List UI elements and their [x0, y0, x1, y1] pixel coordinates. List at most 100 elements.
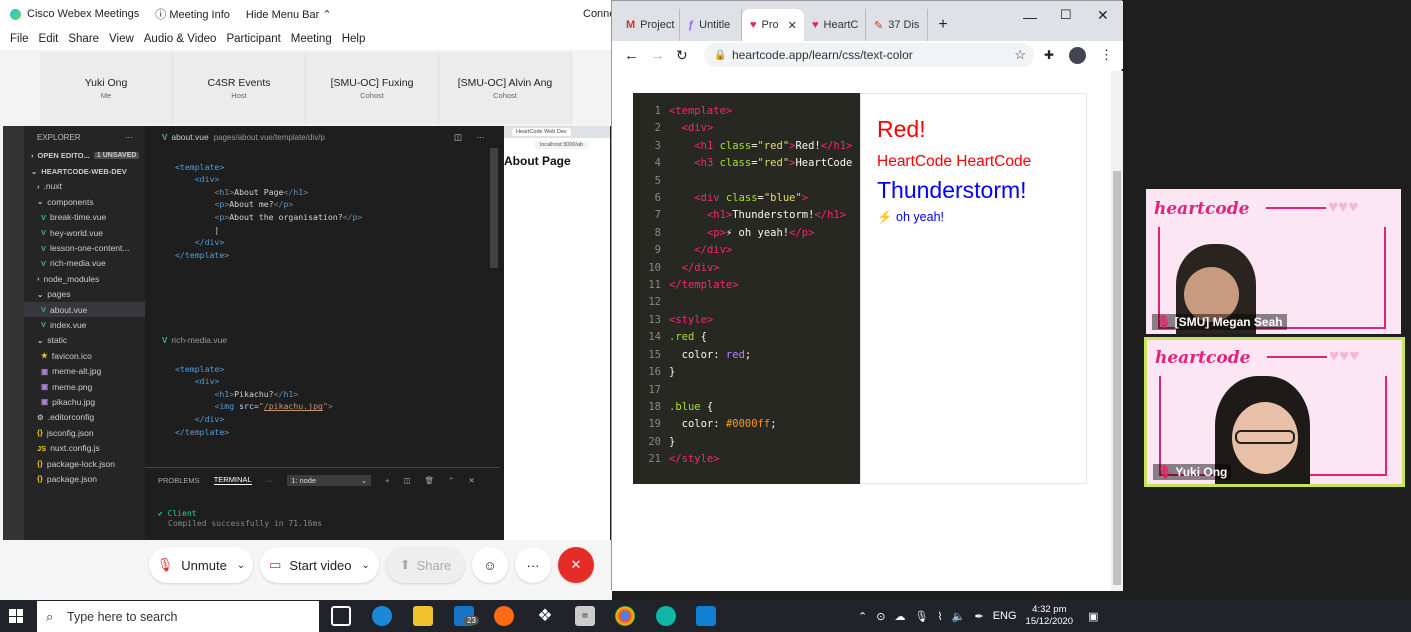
editor2-code[interactable]: <template> <div> <h1>Pikachu?</h1> <img …: [145, 350, 500, 438]
windows-start-icon[interactable]: [9, 609, 23, 623]
close-panel-icon[interactable]: ✕: [468, 476, 474, 485]
new-tab-icon[interactable]: +: [928, 9, 958, 41]
editor1-code[interactable]: <template> <div> <h1>About Page</h1> <p>…: [145, 148, 500, 261]
task-view-icon[interactable]: [331, 606, 351, 626]
snip-tool-icon[interactable]: ▤: [575, 606, 595, 626]
chevron-up-icon[interactable]: ⌃: [858, 610, 867, 623]
problems-tab[interactable]: PROBLEMS: [158, 476, 200, 485]
file-tree-item[interactable]: {} package.json: [24, 471, 145, 486]
file-tree-item[interactable]: Vhey-world.vue: [24, 225, 145, 240]
split-editor-icon[interactable]: ◫: [454, 132, 462, 143]
unmute-button[interactable]: 🎙 Unmute ⌄: [149, 547, 253, 583]
webex-taskbar-icon[interactable]: [656, 606, 676, 626]
file-tree-item[interactable]: ⚙ .editorconfig: [24, 410, 145, 425]
camera-icon[interactable]: ⊙: [876, 610, 885, 623]
tab-gmail[interactable]: M Project: [618, 9, 680, 41]
chrome-taskbar-icon[interactable]: [615, 606, 635, 626]
editor1-filename[interactable]: about.vue: [171, 132, 208, 142]
window-close-icon[interactable]: ✕: [1097, 7, 1109, 24]
tab-discord[interactable]: ✎ 37 Dis: [866, 9, 928, 41]
file-tree-item[interactable]: ⌄ pages: [24, 287, 145, 302]
chevron-down-icon[interactable]: ⌄: [237, 560, 245, 571]
file-explorer-icon[interactable]: [413, 606, 433, 626]
bookmark-star-icon[interactable]: ☆: [1014, 47, 1026, 63]
file-tree-item[interactable]: ▣ pikachu.jpg: [24, 394, 145, 409]
video-tile-megan[interactable]: heartcode ♥♥♥ 🎙 [SMU] Megan Seah: [1146, 189, 1401, 334]
menu-item-meeting[interactable]: Meeting: [291, 33, 332, 45]
split-terminal-icon[interactable]: ◫: [404, 476, 411, 485]
editor1-breadcrumb[interactable]: pages/about.vue/template/div/p: [214, 133, 325, 142]
editor-rich-media-vue[interactable]: Vrich-media.vue <template> <div> <h1>Pik…: [145, 330, 500, 465]
participant-tile[interactable]: C4SR Events Host: [173, 52, 306, 124]
menu-item-file[interactable]: File: [10, 33, 29, 45]
maximize-panel-icon[interactable]: ⌃: [448, 476, 454, 485]
reactions-button[interactable]: ☺: [472, 547, 508, 583]
microphone-icon[interactable]: 🎙: [914, 610, 928, 623]
menu-item-view[interactable]: View: [109, 33, 134, 45]
file-tree-item[interactable]: ▣ meme-alt.jpg: [24, 363, 145, 378]
menu-item-audio-video[interactable]: Audio & Video: [144, 33, 217, 45]
language-indicator[interactable]: ENG: [993, 610, 1017, 622]
close-tab-icon[interactable]: ✕: [788, 19, 797, 32]
extensions-icon[interactable]: ✚: [1044, 48, 1054, 62]
file-tree-item[interactable]: ⌄ static: [24, 333, 145, 348]
project-folder[interactable]: ⌄ HEARTCODE-WEB-DEV: [24, 163, 145, 178]
file-tree-item[interactable]: Vrich-media.vue: [24, 256, 145, 271]
mail-icon[interactable]: 23: [454, 606, 479, 626]
trash-icon[interactable]: 🗑: [425, 476, 435, 485]
leave-meeting-button[interactable]: ✕: [558, 547, 594, 583]
new-terminal-icon[interactable]: +: [385, 476, 389, 485]
file-tree-item[interactable]: › node_modules: [24, 271, 145, 286]
menu-item-participant[interactable]: Participant: [226, 33, 280, 45]
minimize-icon[interactable]: —: [1023, 9, 1037, 25]
file-tree-item[interactable]: › .nuxt: [24, 179, 145, 194]
address-bar[interactable]: 🔒 heartcode.app/learn/css/text-color ☆: [704, 43, 1034, 67]
clock[interactable]: 4:32 pm 15/12/2020: [1026, 604, 1074, 628]
share-button[interactable]: ⬆ Share: [386, 547, 465, 583]
file-tree-item[interactable]: Vabout.vue: [24, 301, 145, 318]
back-icon[interactable]: ←: [624, 47, 639, 64]
panel-more-icon[interactable]: ···: [266, 476, 274, 485]
edge-icon[interactable]: [372, 606, 392, 626]
file-tree-item[interactable]: {} jsconfig.json: [24, 425, 145, 440]
network-icon[interactable]: ⌇: [937, 610, 942, 623]
terminal-tab[interactable]: TERMINAL: [213, 475, 252, 485]
more-icon[interactable]: ···: [125, 133, 133, 142]
file-tree-item[interactable]: {} package-lock.json: [24, 456, 145, 471]
dropbox-icon[interactable]: ❖: [535, 606, 555, 626]
meeting-info-button[interactable]: ⓘ Meeting Info: [155, 6, 230, 22]
terminal-panel[interactable]: PROBLEMS TERMINAL ··· 1: node ⌄ + ◫ 🗑 ⌃ ✕…: [145, 467, 500, 540]
maximize-icon[interactable]: ☐: [1060, 7, 1072, 23]
notifications-icon[interactable]: ▣: [1088, 610, 1098, 623]
menu-item-help[interactable]: Help: [342, 33, 366, 45]
more-options-button[interactable]: ···: [515, 547, 551, 583]
video-tile-yuki[interactable]: heartcode ♥♥♥ 🎙 Yuki Ong: [1144, 337, 1405, 487]
vscode-taskbar-icon[interactable]: [696, 606, 716, 626]
file-tree-item[interactable]: Vindex.vue: [24, 317, 145, 332]
editor2-filename[interactable]: rich-media.vue: [171, 335, 227, 345]
file-tree-item[interactable]: Vbreak-time.vue: [24, 210, 145, 225]
profile-avatar[interactable]: [1069, 46, 1086, 64]
menu-item-edit[interactable]: Edit: [39, 33, 59, 45]
onedrive-icon[interactable]: ☁: [894, 610, 905, 623]
participant-tile[interactable]: [SMU-OC] Alvin Ang Cohost: [439, 52, 572, 124]
reload-icon[interactable]: ↻: [676, 47, 688, 64]
file-tree-item[interactable]: ⌄ components: [24, 194, 145, 209]
terminal-select[interactable]: 1: node ⌄: [287, 474, 372, 486]
chrome-menu-icon[interactable]: ⋮: [1100, 47, 1113, 63]
open-editors-section[interactable]: › OPEN EDITO... 1 UNSAVED: [24, 148, 145, 163]
editor-about-vue[interactable]: Vabout.vue pages/about.vue/template/div/…: [145, 126, 500, 326]
tab-figma[interactable]: ƒ Untitle: [680, 9, 742, 41]
menu-item-share[interactable]: Share: [68, 33, 99, 45]
file-tree-item[interactable]: ▣ meme.png: [24, 379, 145, 394]
pen-icon[interactable]: ✒: [974, 610, 983, 623]
editor1-scrollbar[interactable]: [490, 148, 498, 268]
editor-more-icon[interactable]: ···: [476, 132, 485, 142]
taskbar-search[interactable]: ⌕ Type here to search: [37, 601, 319, 632]
tab-heartcode-active[interactable]: ♥ Pro ✕: [742, 9, 804, 41]
preview-url[interactable]: localhost:3000/ab: [534, 141, 590, 149]
hide-menu-bar-button[interactable]: Hide Menu Bar ⌃: [246, 8, 332, 21]
file-tree-item[interactable]: Vlesson-one-content...: [24, 240, 145, 255]
volume-icon[interactable]: 🔈: [952, 610, 966, 623]
file-tree-item[interactable]: ★ favicon.ico: [24, 348, 145, 363]
